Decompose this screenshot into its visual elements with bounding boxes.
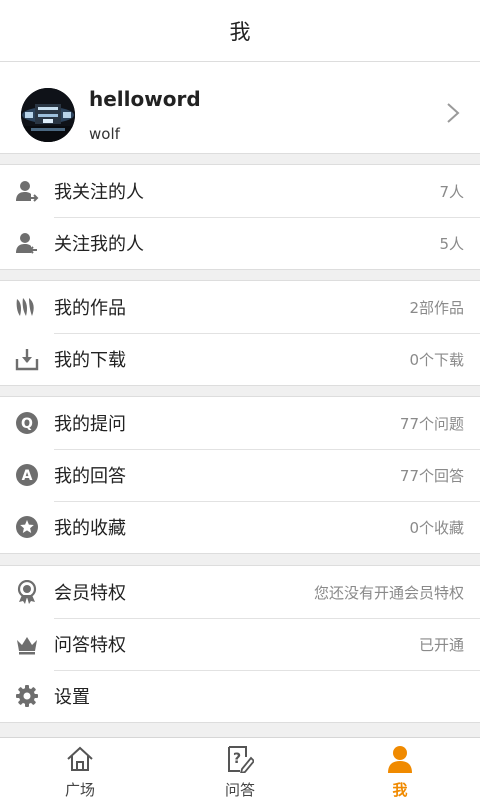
download-icon [15,349,39,371]
row-value: 0个收藏 [409,518,464,537]
works-group: 我的作品 2部作品 我的下载 0个下载 [0,280,480,386]
chevron-right-icon [447,103,460,123]
star-icon [16,516,38,538]
svg-text:A: A [22,468,33,484]
row-downloads[interactable]: 我的下载 0个下载 [0,333,480,385]
row-settings[interactable]: 设置 [0,670,480,722]
avatar [21,88,75,142]
row-label: 我关注的人 [54,182,144,203]
svg-text:Q: Q [21,416,33,432]
gear-icon [16,685,38,707]
row-value: 77个回答 [399,466,464,485]
tab-me[interactable]: 我 [320,738,480,800]
person-icon [388,746,412,773]
top-bar: 我 [0,0,480,62]
row-works[interactable]: 我的作品 2部作品 [0,281,480,333]
tab-plaza[interactable]: 广场 [0,738,160,800]
settings-group: 会员特权 您还没有开通会员特权 问答特权 已开通 设置 [0,565,480,723]
qa-group: Q 我的提问 77个问题 A 我的回答 77个回答 我的收藏 0个收藏 [0,396,480,554]
profile-name: helloword [89,87,201,111]
svg-text:?: ? [233,751,241,767]
row-label: 设置 [54,687,90,708]
tab-label: 我 [392,781,408,799]
row-label: 我的提问 [54,414,126,435]
home-icon [67,746,93,771]
works-icon [16,298,34,316]
qa-icon: ? [228,746,254,773]
question-icon: Q [16,412,38,434]
tab-label: 问答 [224,781,255,799]
row-value: 已开通 [418,635,464,654]
row-value: 5人 [439,234,464,253]
follow-group: 我关注的人 7人 关注我的人 5人 [0,164,480,270]
row-answers[interactable]: A 我的回答 77个回答 [0,449,480,501]
bottom-tab-bar: 广场 ? 问答 我 [0,737,480,800]
row-favorites[interactable]: 我的收藏 0个收藏 [0,501,480,553]
row-followers[interactable]: 关注我的人 5人 [0,217,480,269]
row-label: 我的作品 [54,298,126,319]
row-value: 2部作品 [409,298,464,317]
award-icon [17,580,37,604]
row-value: 您还没有开通会员特权 [313,583,464,602]
row-membership[interactable]: 会员特权 您还没有开通会员特权 [0,566,480,618]
profile-card[interactable]: helloword wolf [0,62,480,154]
row-following[interactable]: 我关注的人 7人 [0,165,480,217]
row-qa-privilege[interactable]: 问答特权 已开通 [0,618,480,670]
user-following-icon [16,181,39,202]
row-value: 77个问题 [399,414,464,433]
answer-icon: A [16,464,38,486]
row-value: 7人 [439,182,464,201]
tab-label: 广场 [64,781,95,799]
row-label: 我的下载 [54,350,126,371]
row-label: 会员特权 [54,583,126,604]
crown-icon [17,637,37,655]
row-label: 我的收藏 [54,518,126,539]
row-value: 0个下载 [409,350,464,369]
user-followers-icon [16,233,37,254]
row-questions[interactable]: Q 我的提问 77个问题 [0,397,480,449]
tab-qa[interactable]: ? 问答 [160,738,320,800]
profile-subtitle: wolf [89,125,120,143]
row-label: 问答特权 [54,635,126,656]
row-label: 我的回答 [54,466,126,487]
page-title: 我 [229,19,251,44]
row-label: 关注我的人 [54,234,144,255]
